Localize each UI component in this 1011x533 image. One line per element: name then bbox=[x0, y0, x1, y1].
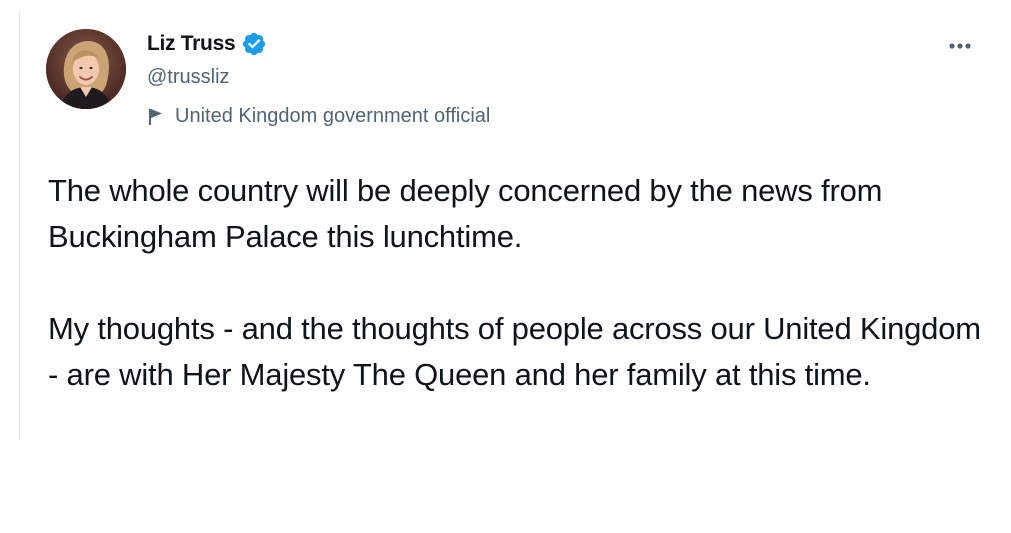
more-options-button[interactable] bbox=[940, 36, 980, 56]
flag-icon bbox=[149, 108, 162, 125]
tweet-paragraph: My thoughts - and the thoughts of people… bbox=[48, 311, 981, 392]
thread-divider bbox=[19, 12, 20, 440]
tweet-paragraph: The whole country will be deeply concern… bbox=[48, 173, 883, 254]
government-label-text: United Kingdom government official bbox=[175, 105, 491, 127]
verified-badge-icon[interactable] bbox=[241, 31, 267, 57]
avatar-photo-icon bbox=[46, 29, 126, 109]
avatar[interactable] bbox=[46, 29, 126, 109]
ellipsis-icon bbox=[949, 43, 971, 49]
author-display-name[interactable]: Liz Truss bbox=[147, 32, 236, 56]
tweet-body: The whole country will be deeply concern… bbox=[48, 168, 988, 398]
author-name-row[interactable]: Liz Truss bbox=[147, 31, 267, 57]
government-label[interactable]: United Kingdom government official bbox=[147, 105, 490, 128]
author-handle[interactable]: @trussliz bbox=[147, 66, 230, 89]
